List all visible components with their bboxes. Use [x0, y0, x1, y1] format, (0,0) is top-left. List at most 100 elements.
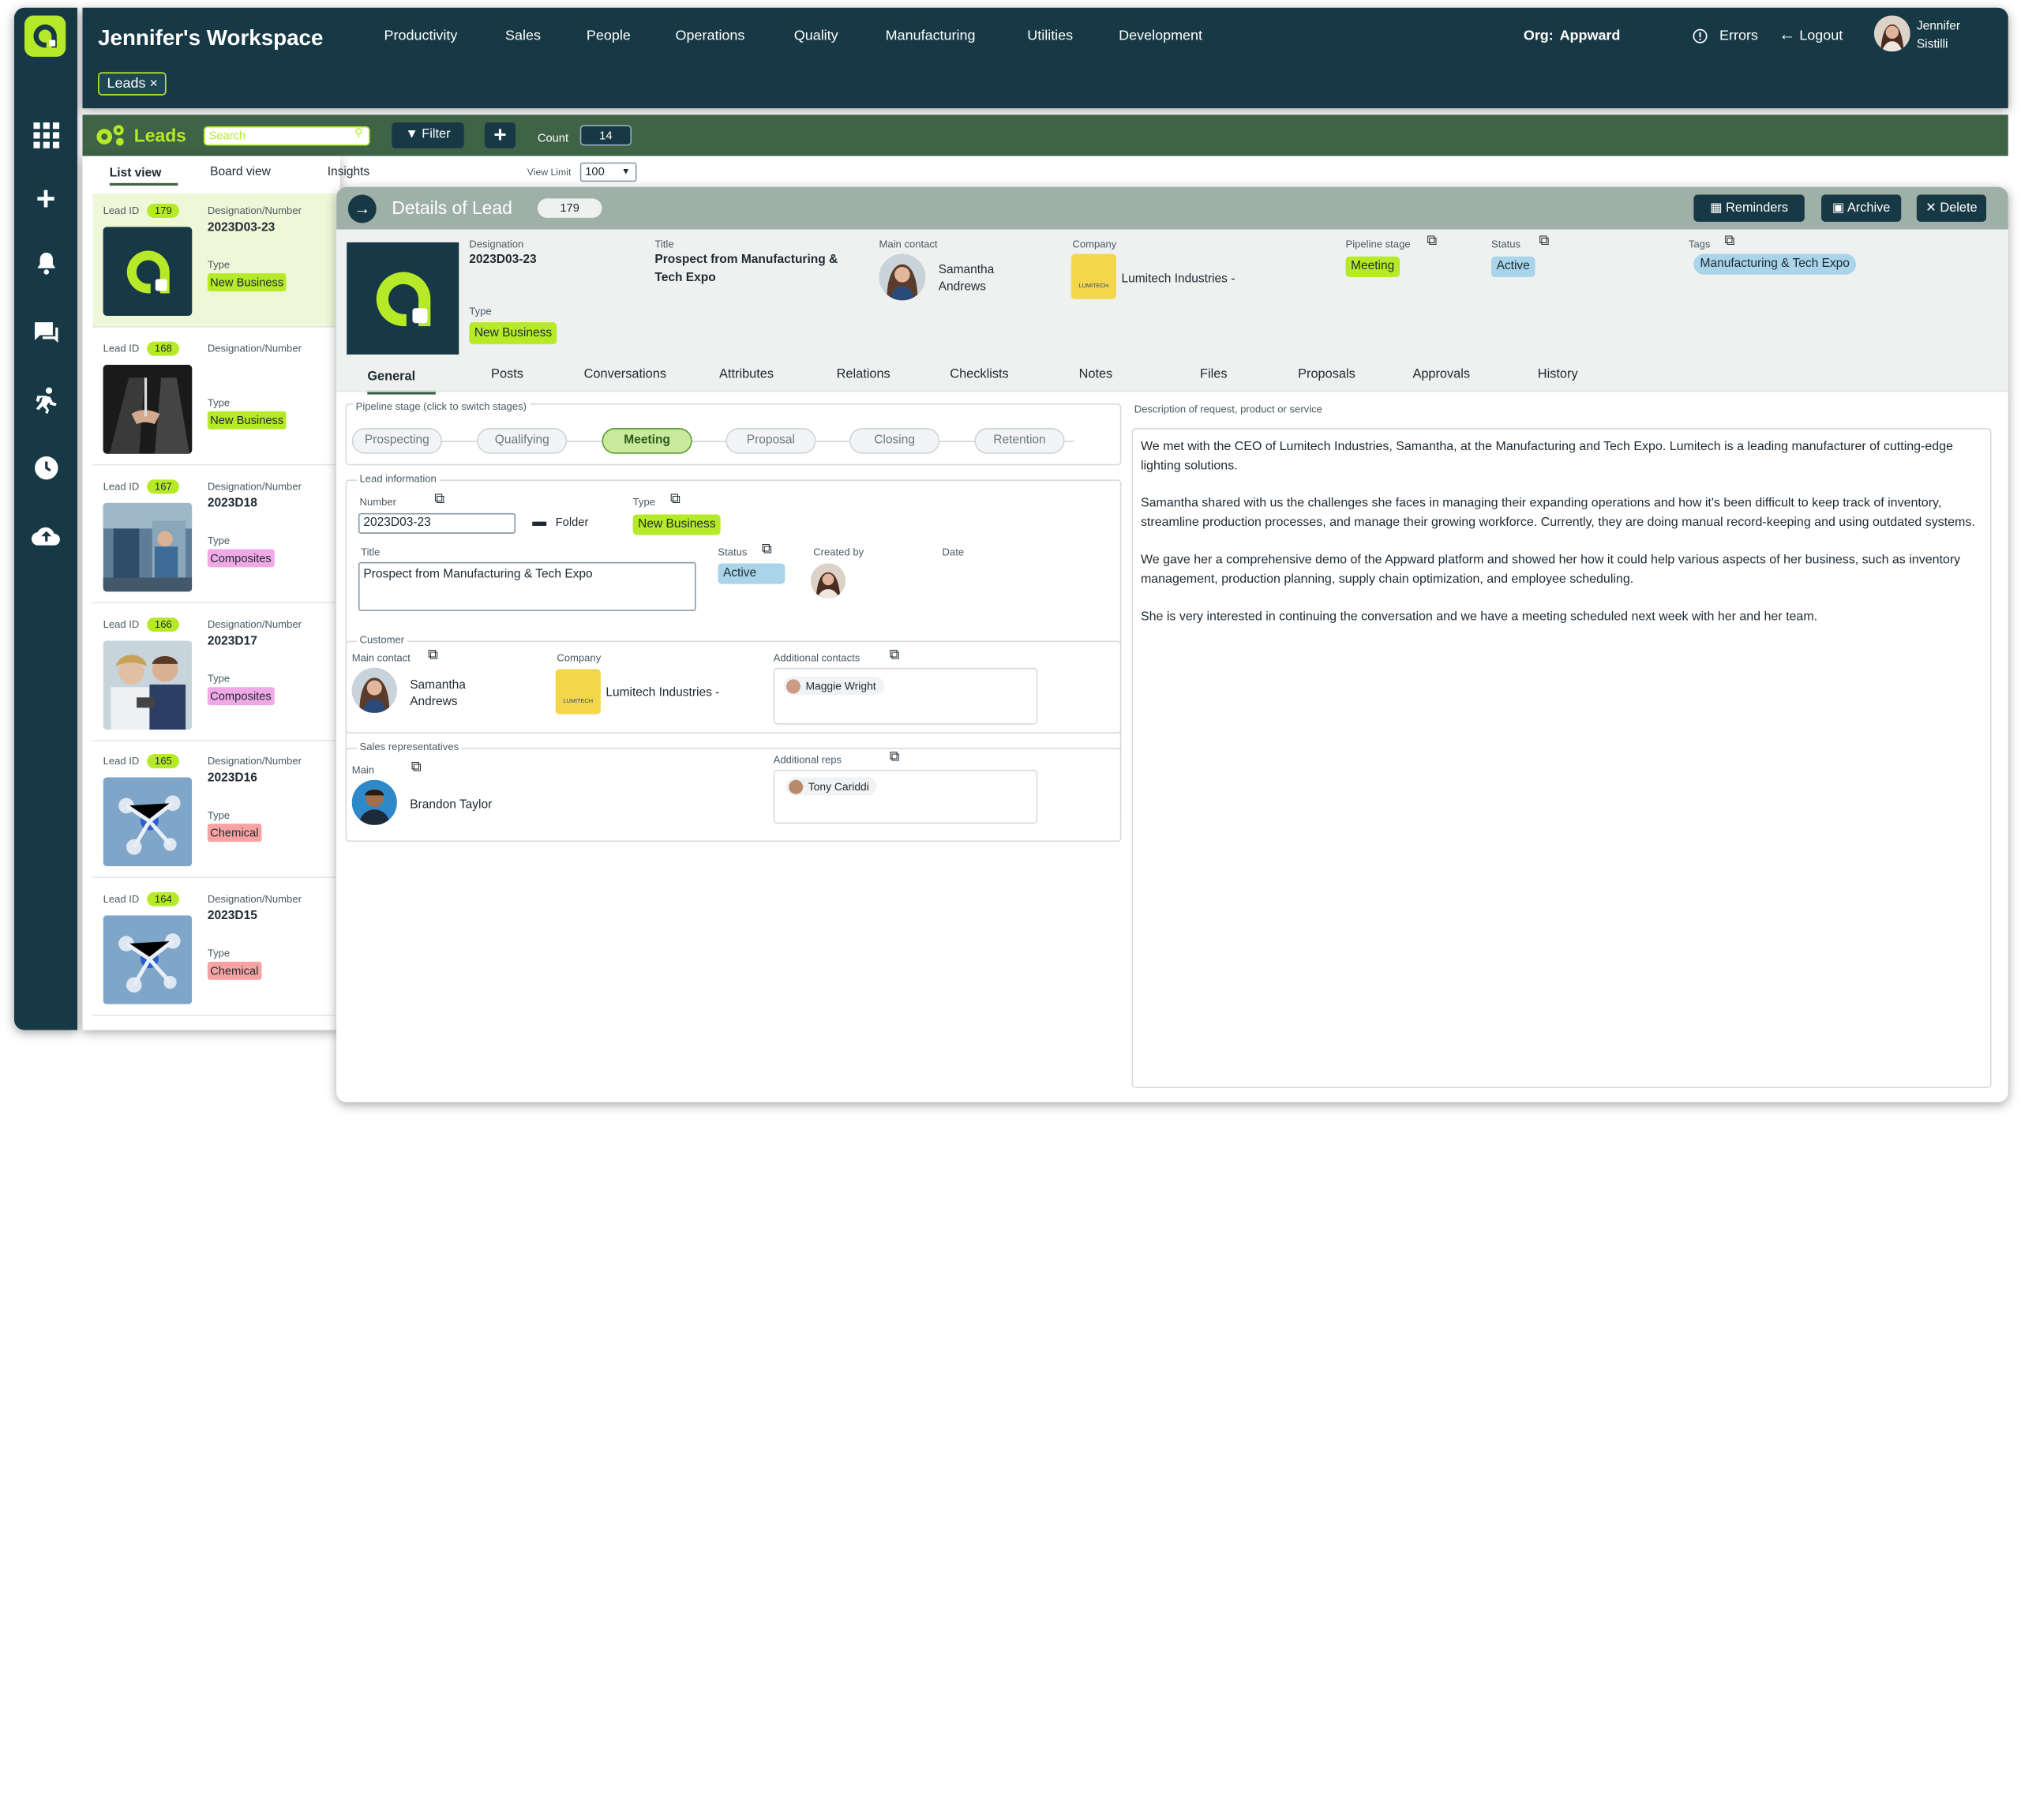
- search-input[interactable]: Search: [203, 126, 370, 146]
- nav-operations[interactable]: Operations: [676, 28, 745, 44]
- nav-development[interactable]: Development: [1119, 28, 1202, 44]
- org-name[interactable]: Appward: [1560, 28, 1621, 44]
- stage-prospecting[interactable]: Prospecting: [351, 428, 443, 454]
- title-line-1: Prospect from Manufacturing &: [654, 253, 838, 267]
- edit-icon[interactable]: ⧉: [762, 542, 772, 558]
- stage-qualifying[interactable]: Qualifying: [477, 428, 568, 454]
- rep-chip[interactable]: Tony Cariddi: [786, 777, 877, 796]
- reminders-button[interactable]: ▦ Reminders: [1693, 194, 1805, 222]
- lead-id-value: 166: [147, 617, 180, 632]
- close-icon[interactable]: ×: [149, 76, 158, 92]
- tab-approvals[interactable]: Approvals: [1412, 367, 1470, 381]
- company-name[interactable]: Lumitech Industries -: [1121, 272, 1235, 286]
- chip-label: Maggie Wright: [805, 679, 876, 692]
- designation-label: Designation/Number: [207, 618, 302, 631]
- apps-grid-icon[interactable]: [14, 121, 77, 157]
- tab-proposals[interactable]: Proposals: [1298, 367, 1355, 381]
- tab-posts[interactable]: Posts: [491, 367, 523, 381]
- company-logo: LUMITECH: [555, 669, 601, 715]
- type-label: Type: [207, 948, 231, 959]
- delete-label: Delete: [1940, 201, 1978, 216]
- chat-icon[interactable]: [14, 320, 77, 353]
- nav-utilities[interactable]: Utilities: [1027, 28, 1073, 44]
- type-badge: Composites: [207, 687, 274, 706]
- lead-card[interactable]: Lead ID 167 Designation/Number 2023D18 T…: [92, 469, 336, 604]
- lead-card[interactable]: Lead ID 168 Designation/Number Type New …: [92, 332, 336, 466]
- main-contact-label: Main contact: [351, 652, 411, 664]
- calendar-icon: ▦: [1710, 201, 1723, 216]
- folder-label[interactable]: Folder: [556, 516, 589, 528]
- errors-icon[interactable]: [1693, 28, 1708, 47]
- open-tab-leads[interactable]: Leads ×: [98, 72, 167, 96]
- number-input[interactable]: 2023D03-23: [358, 512, 516, 534]
- title-line-2: Tech Expo: [654, 270, 716, 285]
- edit-icon[interactable]: ⧉: [890, 647, 900, 664]
- contact-avatar: [879, 253, 926, 301]
- company-name[interactable]: Lumitech Industries -: [606, 686, 719, 700]
- appward-logo[interactable]: [24, 15, 66, 57]
- tab-insights[interactable]: Insights: [328, 165, 369, 179]
- description-textarea[interactable]: We met with the CEO of Lumitech Industri…: [1131, 428, 1992, 1088]
- tab-conversations[interactable]: Conversations: [584, 367, 666, 381]
- user-avatar[interactable]: [1873, 15, 1910, 52]
- edit-icon[interactable]: ⧉: [1725, 234, 1735, 250]
- designation-value: 2023D17: [207, 634, 257, 649]
- running-person-icon[interactable]: [14, 387, 77, 423]
- tab-attributes[interactable]: Attributes: [719, 367, 774, 381]
- edit-icon[interactable]: ⧉: [1427, 234, 1437, 250]
- status-label: Status: [1491, 238, 1521, 250]
- lead-card[interactable]: Lead ID 166 Designation/Number 2023D17 T…: [92, 607, 336, 741]
- archive-icon: ▣: [1832, 201, 1845, 216]
- tab-board-view[interactable]: Board view: [210, 165, 271, 179]
- edit-icon[interactable]: ⧉: [428, 647, 438, 664]
- arrow-left-icon[interactable]: ←: [1779, 24, 1795, 43]
- view-limit-select[interactable]: 100 ▼: [579, 162, 637, 182]
- top-bar: Jennifer's Workspace Productivity Sales …: [82, 7, 2008, 109]
- edit-icon[interactable]: ⧉: [890, 749, 900, 766]
- contact-chip[interactable]: Maggie Wright: [783, 677, 884, 696]
- edit-icon[interactable]: ⧉: [670, 491, 681, 508]
- cloud-upload-icon[interactable]: [14, 523, 77, 554]
- status-label: Status: [718, 546, 748, 558]
- title-textarea[interactable]: Prospect from Manufacturing & Tech Expo: [358, 561, 696, 611]
- filter-button[interactable]: ▼ Filter: [392, 122, 464, 148]
- stage-closing[interactable]: Closing: [849, 428, 940, 454]
- bell-icon[interactable]: [14, 250, 77, 283]
- leads-title: Leads: [133, 125, 186, 146]
- delete-button[interactable]: ✕ Delete: [1916, 194, 1986, 222]
- tab-history[interactable]: History: [1538, 367, 1578, 381]
- stage-meeting[interactable]: Meeting: [602, 428, 692, 454]
- search-icon[interactable]: ⚲: [354, 126, 363, 141]
- designation-value: 2023D03-23: [207, 220, 276, 235]
- edit-icon[interactable]: ⧉: [434, 491, 444, 508]
- nav-sales[interactable]: Sales: [505, 28, 541, 44]
- stage-proposal[interactable]: Proposal: [726, 428, 816, 454]
- edit-icon[interactable]: ⧉: [411, 760, 422, 776]
- add-icon[interactable]: +: [14, 182, 77, 215]
- lead-card[interactable]: Lead ID 179 Designation/Number 2023D03-2…: [92, 193, 336, 328]
- clock-icon[interactable]: [14, 455, 77, 488]
- logout-button[interactable]: Logout: [1799, 28, 1843, 44]
- lead-card[interactable]: Lead ID 165 Designation/Number 2023D16 T…: [92, 744, 336, 878]
- add-lead-button[interactable]: +: [484, 122, 516, 148]
- nav-productivity[interactable]: Productivity: [384, 28, 458, 44]
- tab-list-view[interactable]: List view: [109, 167, 178, 186]
- rep-avatar: [351, 779, 397, 825]
- leads-toolbar: Leads Search ⚲ ▼ Filter + Count 14: [82, 114, 2008, 156]
- lead-card[interactable]: Lead ID 164 Designation/Number 2023D15 T…: [92, 882, 336, 1016]
- type-label: Type: [207, 396, 231, 409]
- nav-quality[interactable]: Quality: [794, 28, 838, 44]
- nav-manufacturing[interactable]: Manufacturing: [886, 28, 976, 44]
- folder-icon[interactable]: ▬: [532, 514, 546, 530]
- tab-relations[interactable]: Relations: [837, 367, 891, 381]
- errors-button[interactable]: Errors: [1719, 28, 1758, 44]
- tab-checklists[interactable]: Checklists: [950, 367, 1008, 381]
- edit-icon[interactable]: ⧉: [1539, 234, 1549, 250]
- nav-people[interactable]: People: [587, 28, 631, 44]
- tab-notes[interactable]: Notes: [1079, 367, 1113, 381]
- stage-retention[interactable]: Retention: [974, 428, 1065, 454]
- archive-button[interactable]: ▣ Archive: [1821, 194, 1902, 222]
- tab-files[interactable]: Files: [1200, 367, 1227, 381]
- tag-chip[interactable]: Manufacturing & Tech Expo: [1693, 253, 1857, 275]
- arrow-right-icon[interactable]: →: [347, 194, 377, 223]
